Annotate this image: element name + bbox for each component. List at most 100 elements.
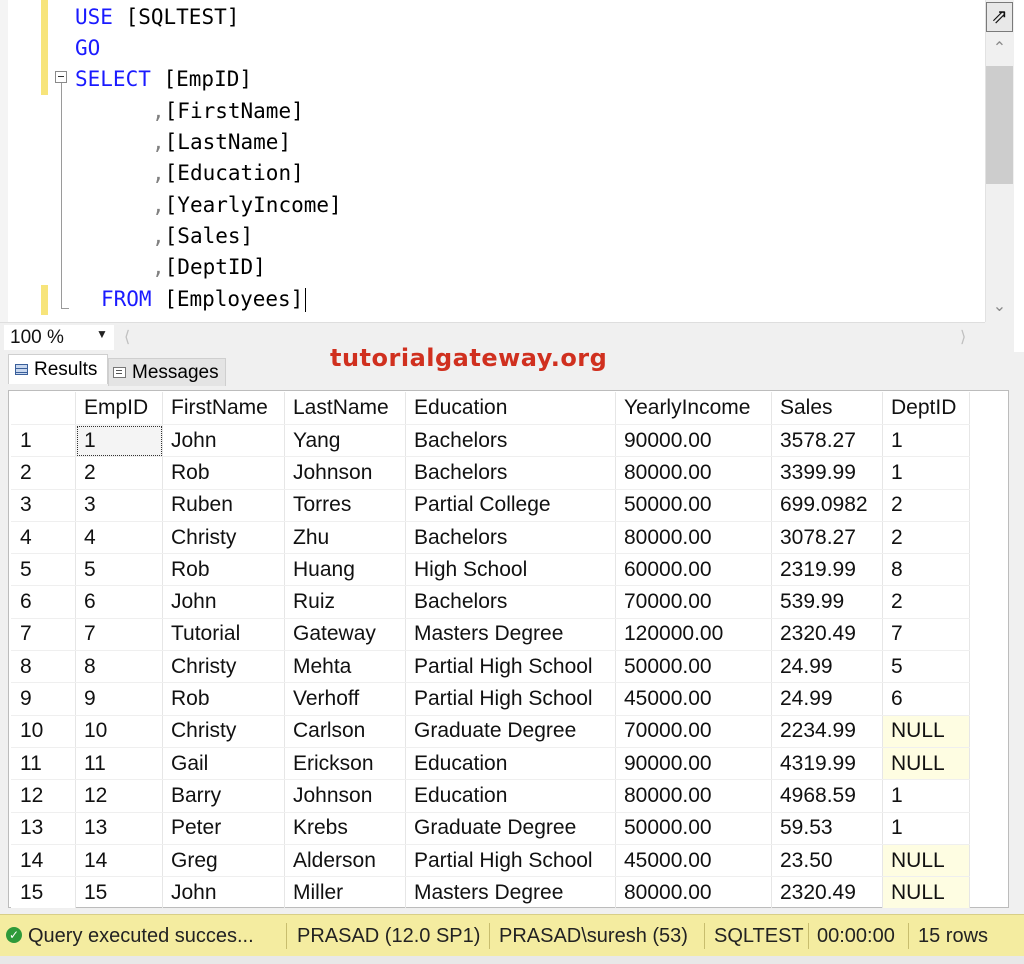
table-cell[interactable]: Masters Degree bbox=[405, 618, 616, 652]
table-cell[interactable]: NULL bbox=[882, 747, 970, 781]
table-cell[interactable]: Zhu bbox=[284, 521, 406, 555]
table-cell[interactable]: 2320.49 bbox=[771, 618, 883, 652]
column-header[interactable]: FirstName bbox=[162, 392, 285, 425]
column-header[interactable]: LastName bbox=[284, 392, 406, 425]
table-cell[interactable]: 1 bbox=[882, 779, 970, 813]
table-cell[interactable]: 2 bbox=[882, 521, 970, 555]
column-header[interactable]: YearlyIncome bbox=[615, 392, 772, 425]
table-cell[interactable]: Yang bbox=[284, 424, 406, 458]
scroll-right-icon[interactable]: ⟩ bbox=[960, 327, 966, 347]
table-cell[interactable]: 2 bbox=[882, 585, 970, 619]
row-number[interactable]: 2 bbox=[11, 456, 76, 490]
table-cell[interactable]: 120000.00 bbox=[615, 618, 772, 652]
chevron-down-icon[interactable]: ▼ bbox=[96, 327, 108, 341]
table-cell[interactable]: 9 bbox=[75, 682, 163, 716]
table-cell[interactable]: 15 bbox=[75, 876, 163, 910]
table-cell[interactable]: 13 bbox=[75, 812, 163, 845]
table-cell[interactable]: 1 bbox=[882, 812, 970, 845]
row-number[interactable]: 5 bbox=[11, 553, 76, 587]
table-cell[interactable]: 8 bbox=[75, 650, 163, 684]
scroll-up-icon[interactable]: ⌃ bbox=[986, 34, 1013, 64]
table-row[interactable]: 7 7 Tutorial Gateway Masters Degree 120000.00… bbox=[11, 618, 970, 652]
table-cell[interactable]: Bachelors bbox=[405, 521, 616, 555]
table-cell[interactable]: 12 bbox=[75, 779, 163, 813]
table-cell[interactable]: 1 bbox=[882, 424, 970, 458]
table-cell[interactable]: 45000.00 bbox=[615, 682, 772, 716]
table-cell[interactable]: Bachelors bbox=[405, 585, 616, 619]
table-cell[interactable]: Torres bbox=[284, 489, 406, 522]
table-cell[interactable]: NULL bbox=[882, 715, 970, 748]
table-cell[interactable]: 11 bbox=[75, 747, 163, 781]
table-cell[interactable]: 14 bbox=[75, 844, 163, 878]
table-cell[interactable]: 24.99 bbox=[771, 682, 883, 716]
table-cell[interactable]: 1 bbox=[75, 424, 163, 458]
table-row[interactable]: 10 10 Christy Carlson Graduate Degree 70000.0… bbox=[11, 715, 970, 748]
table-cell[interactable]: 70000.00 bbox=[615, 715, 772, 748]
table-cell[interactable]: NULL bbox=[882, 844, 970, 878]
table-row[interactable]: 4 4 Christy Zhu Bachelors 80000.00 3078.27 2 bbox=[11, 521, 970, 555]
table-cell[interactable]: 4319.99 bbox=[771, 747, 883, 781]
table-cell[interactable]: 3078.27 bbox=[771, 521, 883, 555]
table-cell[interactable]: Peter bbox=[162, 812, 285, 845]
table-cell[interactable]: John bbox=[162, 585, 285, 619]
table-cell[interactable]: Christy bbox=[162, 521, 285, 555]
table-cell[interactable]: 7 bbox=[75, 618, 163, 652]
row-number-header[interactable] bbox=[11, 392, 76, 425]
table-cell[interactable]: Partial High School bbox=[405, 844, 616, 878]
table-cell[interactable]: Gail bbox=[162, 747, 285, 781]
table-cell[interactable]: 59.53 bbox=[771, 812, 883, 845]
table-row[interactable]: 15 15 John Miller Masters Degree 80000.00 2320… bbox=[11, 876, 970, 910]
table-cell[interactable]: 2234.99 bbox=[771, 715, 883, 748]
table-cell[interactable]: NULL bbox=[882, 876, 970, 910]
table-cell[interactable]: 90000.00 bbox=[615, 747, 772, 781]
table-cell[interactable]: Education bbox=[405, 747, 616, 781]
table-cell[interactable]: 1 bbox=[882, 456, 970, 490]
table-cell[interactable]: 4 bbox=[75, 521, 163, 555]
table-cell[interactable]: 90000.00 bbox=[615, 424, 772, 458]
table-cell[interactable]: Alderson bbox=[284, 844, 406, 878]
table-row[interactable]: 2 2 Rob Johnson Bachelors 80000.00 3399.99 1 bbox=[11, 456, 970, 490]
column-header[interactable]: EmpID bbox=[75, 392, 163, 425]
scroll-down-icon[interactable]: ⌄ bbox=[986, 292, 1013, 322]
table-cell[interactable]: 23.50 bbox=[771, 844, 883, 878]
table-cell[interactable]: 50000.00 bbox=[615, 489, 772, 522]
row-number[interactable]: 10 bbox=[11, 715, 76, 748]
table-cell[interactable]: 2320.49 bbox=[771, 876, 883, 910]
scroll-left-icon[interactable]: ⟨ bbox=[124, 327, 130, 347]
table-cell[interactable]: High School bbox=[405, 553, 616, 587]
table-cell[interactable]: 699.0982 bbox=[771, 489, 883, 522]
table-cell[interactable]: Bachelors bbox=[405, 424, 616, 458]
row-number[interactable]: 1 bbox=[11, 424, 76, 458]
table-cell[interactable]: 7 bbox=[882, 618, 970, 652]
tab-messages[interactable]: Messages bbox=[108, 358, 226, 386]
table-cell[interactable]: Partial College bbox=[405, 489, 616, 522]
table-cell[interactable]: Mehta bbox=[284, 650, 406, 684]
row-number[interactable]: 12 bbox=[11, 779, 76, 813]
column-header[interactable]: Education bbox=[405, 392, 616, 425]
table-cell[interactable]: Rob bbox=[162, 553, 285, 587]
table-cell[interactable]: Bachelors bbox=[405, 456, 616, 490]
row-number[interactable]: 15 bbox=[11, 876, 76, 910]
table-row[interactable]: 8 8 Christy Mehta Partial High School 50000.0… bbox=[11, 650, 970, 684]
table-cell[interactable]: Verhoff bbox=[284, 682, 406, 716]
table-cell[interactable]: 24.99 bbox=[771, 650, 883, 684]
row-number[interactable]: 13 bbox=[11, 812, 76, 845]
row-number[interactable]: 6 bbox=[11, 585, 76, 619]
table-cell[interactable]: Ruben bbox=[162, 489, 285, 522]
column-header[interactable]: DeptID bbox=[882, 392, 970, 425]
table-cell[interactable]: 60000.00 bbox=[615, 553, 772, 587]
row-number[interactable]: 9 bbox=[11, 682, 76, 716]
table-cell[interactable]: 2 bbox=[75, 456, 163, 490]
table-cell[interactable]: 5 bbox=[75, 553, 163, 587]
row-number[interactable]: 14 bbox=[11, 844, 76, 878]
table-cell[interactable]: Masters Degree bbox=[405, 876, 616, 910]
table-cell[interactable]: Partial High School bbox=[405, 650, 616, 684]
table-cell[interactable]: Rob bbox=[162, 456, 285, 490]
table-row[interactable]: 5 5 Rob Huang High School 60000.00 2319.99 8 bbox=[11, 553, 970, 587]
table-cell[interactable]: Krebs bbox=[284, 812, 406, 845]
table-cell[interactable]: Graduate Degree bbox=[405, 715, 616, 748]
table-cell[interactable]: 539.99 bbox=[771, 585, 883, 619]
table-cell[interactable]: Christy bbox=[162, 715, 285, 748]
table-cell[interactable]: Education bbox=[405, 779, 616, 813]
table-cell[interactable]: Ruiz bbox=[284, 585, 406, 619]
